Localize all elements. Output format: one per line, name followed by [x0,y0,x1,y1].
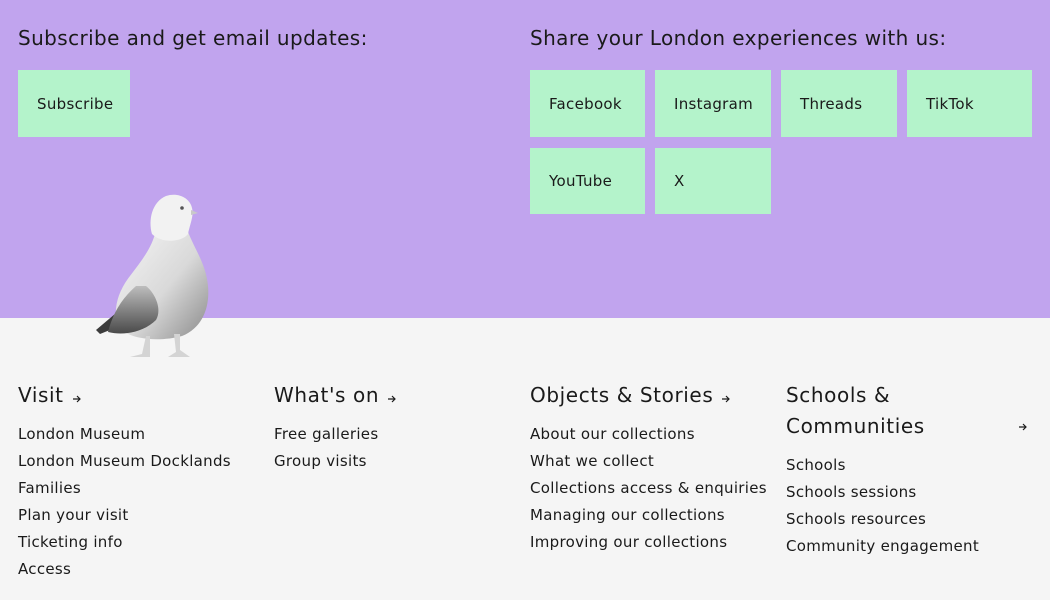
schools-communities-links: Schools Schools sessions Schools resourc… [786,452,1032,560]
whats-on-heading: What's on [274,383,380,407]
footer-link-community-engagement[interactable]: Community engagement [786,533,1032,560]
footer-link-access[interactable]: Access [18,556,231,583]
footer-column-objects-stories: Objects & Stories About our collections … [530,380,767,556]
arrow-right-icon [722,395,731,402]
instagram-button[interactable]: Instagram [655,70,771,137]
subscribe-button[interactable]: Subscribe [18,70,130,137]
visit-heading: Visit [18,383,64,407]
facebook-button[interactable]: Facebook [530,70,645,137]
footer-link-improving-collections[interactable]: Improving our collections [530,529,767,556]
whats-on-heading-link[interactable]: What's on [274,380,397,411]
arrow-right-icon [1019,423,1027,431]
threads-button[interactable]: Threads [781,70,897,137]
visit-heading-link[interactable]: Visit [18,380,231,411]
schools-communities-heading-line2: Communities [786,414,925,438]
footer-link-schools-resources[interactable]: Schools resources [786,506,1032,533]
footer-link-ticketing-info[interactable]: Ticketing info [18,529,231,556]
objects-stories-heading-link[interactable]: Objects & Stories [530,380,767,411]
footer-link-plan-your-visit[interactable]: Plan your visit [18,502,231,529]
visit-links: London Museum London Museum Docklands Fa… [18,421,231,583]
footer-link-london-museum[interactable]: London Museum [18,421,231,448]
footer-column-schools-communities: Schools & Communities Schools Schools se… [786,380,1032,560]
footer-link-free-galleries[interactable]: Free galleries [274,421,397,448]
schools-communities-heading-link[interactable]: Schools & Communities [786,380,1032,442]
arrow-right-icon [72,395,81,402]
footer-link-group-visits[interactable]: Group visits [274,448,397,475]
footer-link-managing-collections[interactable]: Managing our collections [530,502,767,529]
footer-link-about-our-collections[interactable]: About our collections [530,421,767,448]
footer-link-schools-sessions[interactable]: Schools sessions [786,479,1032,506]
footer-link-collections-access[interactable]: Collections access & enquiries [530,475,767,502]
subscribe-heading: Subscribe and get email updates: [18,26,368,50]
footer-link-london-museum-docklands[interactable]: London Museum Docklands [18,448,231,475]
social-heading: Share your London experiences with us: [530,26,947,50]
whats-on-links: Free galleries Group visits [274,421,397,475]
footer-link-schools[interactable]: Schools [786,452,1032,479]
footer-link-what-we-collect[interactable]: What we collect [530,448,767,475]
tiktok-button[interactable]: TikTok [907,70,1032,137]
footer-link-families[interactable]: Families [18,475,231,502]
x-button[interactable]: X [655,148,771,214]
footer-column-whats-on: What's on Free galleries Group visits [274,380,397,475]
objects-stories-heading: Objects & Stories [530,383,714,407]
youtube-button[interactable]: YouTube [530,148,645,214]
pigeon-illustration [96,194,209,357]
arrow-right-icon [388,395,396,402]
footer-column-visit: Visit London Museum London Museum Dockla… [18,380,231,583]
objects-stories-links: About our collections What we collect Co… [530,421,767,556]
schools-communities-heading-line1: Schools & [786,383,891,407]
